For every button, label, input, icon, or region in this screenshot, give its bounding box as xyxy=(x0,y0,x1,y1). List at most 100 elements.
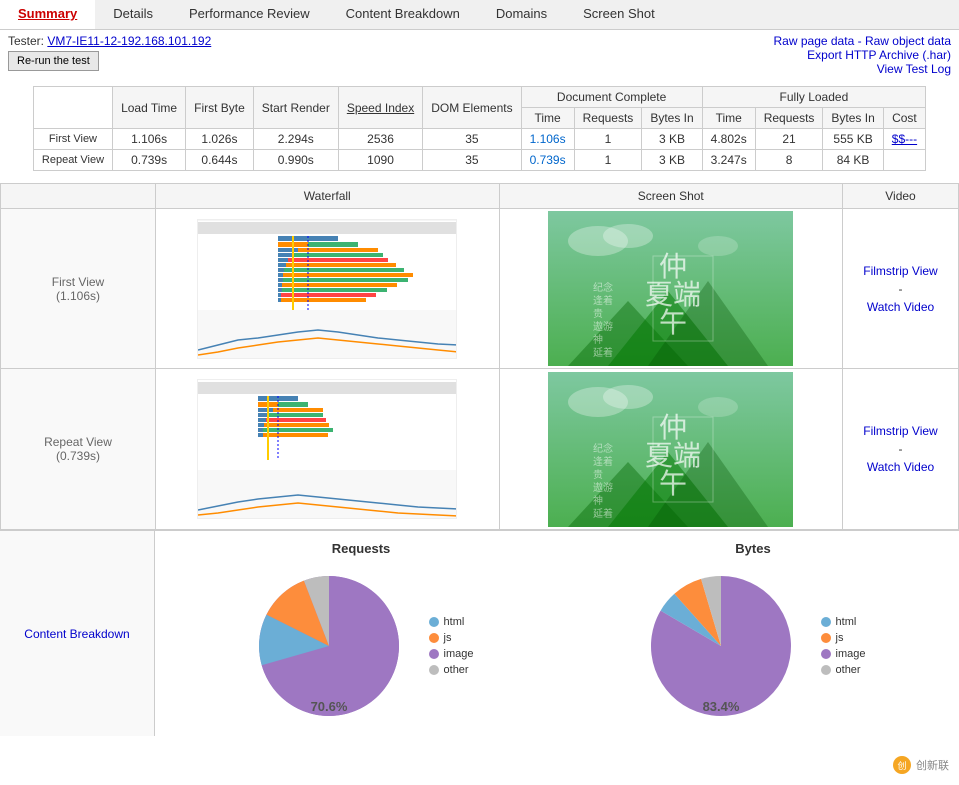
legend-html-requests: html xyxy=(429,616,474,628)
svg-text:逢着: 逢着 xyxy=(593,455,613,468)
svg-text:延着: 延着 xyxy=(593,346,613,359)
legend-image-dot xyxy=(429,649,439,659)
repeat-view-screenshot-cell[interactable]: 册 仲 夏端 xyxy=(500,369,844,529)
th-document-complete: Document Complete xyxy=(521,87,702,108)
legend-other-label: other xyxy=(444,664,469,676)
nav-screen-shot[interactable]: Screen Shot xyxy=(565,0,673,29)
table-row: Repeat View 0.739s 0.644s 0.990s 1090 35… xyxy=(33,150,925,171)
rerun-button[interactable]: Re-run the test xyxy=(8,51,99,71)
content-breakdown-label-cell: Content Breakdown xyxy=(0,531,155,736)
repeat-view-label: Repeat View xyxy=(44,435,112,449)
th-doc-requests: Requests xyxy=(574,108,642,129)
requests-chart-container: Requests xyxy=(165,541,557,726)
row-fv-speed-index: 2536 xyxy=(338,129,422,150)
repeat-view-info: Repeat View (0.739s) xyxy=(1,369,156,529)
row-rv-first-byte: 0.644s xyxy=(186,150,254,171)
legend-other-bytes-label: other xyxy=(836,664,861,676)
legend-other-bytes-dot xyxy=(821,665,831,675)
repeat-view-waterfall-chart xyxy=(197,379,457,519)
th-doc-bytes: Bytes In xyxy=(642,108,702,129)
svg-text:午: 午 xyxy=(659,307,687,339)
brand-icon: 创 xyxy=(892,755,912,775)
row-fv-fl-bytes: 555 KB xyxy=(823,129,883,150)
content-breakdown-link[interactable]: Content Breakdown xyxy=(24,627,129,641)
bytes-chart-title: Bytes xyxy=(735,541,770,556)
separator: - xyxy=(858,34,865,48)
export-http-link[interactable]: Export HTTP Archive (.har) xyxy=(774,48,951,62)
first-view-video-cell: Filmstrip View - Watch Video xyxy=(843,209,958,368)
legend-js-bytes: js xyxy=(821,632,866,644)
repeat-view-watch-video-link[interactable]: Watch Video xyxy=(867,460,934,474)
raw-object-data-link[interactable]: Raw object data xyxy=(865,34,951,48)
svg-text:午: 午 xyxy=(659,468,687,500)
first-view-screenshot: 册 xyxy=(548,211,793,366)
row-fv-first-byte: 1.026s xyxy=(186,129,254,150)
row-fv-start-render: 2.294s xyxy=(253,129,338,150)
row-fv-doc-time: 1.106s xyxy=(521,129,574,150)
th-fl-time: Time xyxy=(702,108,755,129)
first-view-waterfall-cell[interactable] xyxy=(156,209,500,368)
legend-js-label: js xyxy=(444,632,452,644)
charts-area: Requests xyxy=(155,531,959,736)
svg-text:逢着: 逢着 xyxy=(593,294,613,307)
first-view-screenshot-cell[interactable]: 册 xyxy=(500,209,844,368)
bytes-pie-chart: 83.4% xyxy=(641,566,801,726)
wf-header-empty xyxy=(1,184,156,208)
row-fv-cost[interactable]: $$--- xyxy=(892,132,917,146)
nav-performance-review[interactable]: Performance Review xyxy=(171,0,328,29)
wf-header-waterfall: Waterfall xyxy=(156,184,500,208)
first-view-filmstrip-link[interactable]: Filmstrip View xyxy=(863,264,937,278)
stats-section: Load Time First Byte Start Render Speed … xyxy=(0,80,959,177)
nav-content-breakdown[interactable]: Content Breakdown xyxy=(328,0,478,29)
th-fl-bytes: Bytes In xyxy=(823,108,883,129)
repeat-view-filmstrip-link[interactable]: Filmstrip View xyxy=(863,424,937,438)
legend-html-dot xyxy=(429,617,439,627)
content-breakdown-section: Content Breakdown Requests xyxy=(0,530,959,736)
waterfall-repeat-view-row: Repeat View (0.739s) xyxy=(1,369,958,529)
nav-details[interactable]: Details xyxy=(95,0,171,29)
th-doc-time: Time xyxy=(521,108,574,129)
bytes-legend: html js image other xyxy=(821,616,866,676)
stats-table: Load Time First Byte Start Render Speed … xyxy=(33,86,926,171)
legend-js-requests: js xyxy=(429,632,474,644)
svg-text:延着: 延着 xyxy=(593,507,613,520)
row-rv-start-render: 0.990s xyxy=(253,150,338,171)
row-fv-dom: 35 xyxy=(423,129,521,150)
repeat-view-screenshot: 册 仲 夏端 xyxy=(548,372,793,527)
legend-image-bytes-label: image xyxy=(836,648,866,660)
svg-text:遨游: 遨游 xyxy=(593,481,613,494)
repeat-view-sublabel: (0.739s) xyxy=(56,449,100,463)
waterfall-section: Waterfall Screen Shot Video First View (… xyxy=(0,183,959,530)
requests-pie-area: 70.6% html js image xyxy=(249,566,474,726)
tester-info: Tester: VM7-IE11-12-192.168.101.192 xyxy=(8,34,211,48)
repeat-view-video-separator: - xyxy=(899,442,903,456)
row-repeat-view-label: Repeat View xyxy=(33,150,112,171)
legend-js-bytes-label: js xyxy=(836,632,844,644)
legend-other-requests: other xyxy=(429,664,474,676)
view-test-log-link[interactable]: View Test Log xyxy=(774,62,951,76)
table-row: First View 1.106s 1.026s 2.294s 2536 35 … xyxy=(33,129,925,150)
svg-text:贵: 贵 xyxy=(593,468,603,481)
legend-js-bytes-dot xyxy=(821,633,831,643)
row-fv-fl-time: 4.802s xyxy=(702,129,755,150)
first-view-watch-video-link[interactable]: Watch Video xyxy=(867,300,934,314)
nav-domains[interactable]: Domains xyxy=(478,0,565,29)
svg-text:纪念: 纪念 xyxy=(593,442,613,455)
raw-page-data-link[interactable]: Raw page data xyxy=(774,34,855,48)
row-rv-load-time: 0.739s xyxy=(113,150,186,171)
tester-link[interactable]: VM7-IE11-12-192.168.101.192 xyxy=(47,34,211,48)
svg-text:贵: 贵 xyxy=(593,307,603,320)
row-rv-fl-req: 8 xyxy=(755,150,823,171)
repeat-view-waterfall-cell[interactable] xyxy=(156,369,500,529)
brand-text: 创新联 xyxy=(916,757,949,773)
nav-summary[interactable]: Summary xyxy=(0,0,95,29)
bytes-chart-container: Bytes 83. xyxy=(557,541,949,726)
navigation-bar: Summary Details Performance Review Conte… xyxy=(0,0,959,30)
th-start-render: Start Render xyxy=(253,87,338,129)
header-section: Tester: VM7-IE11-12-192.168.101.192 Re-r… xyxy=(0,30,959,80)
legend-html-label: html xyxy=(444,616,465,628)
header-right: Raw page data - Raw object data Export H… xyxy=(774,34,951,76)
th-fl-requests: Requests xyxy=(755,108,823,129)
th-speed-index: Speed Index xyxy=(338,87,422,129)
row-rv-dom: 35 xyxy=(423,150,521,171)
